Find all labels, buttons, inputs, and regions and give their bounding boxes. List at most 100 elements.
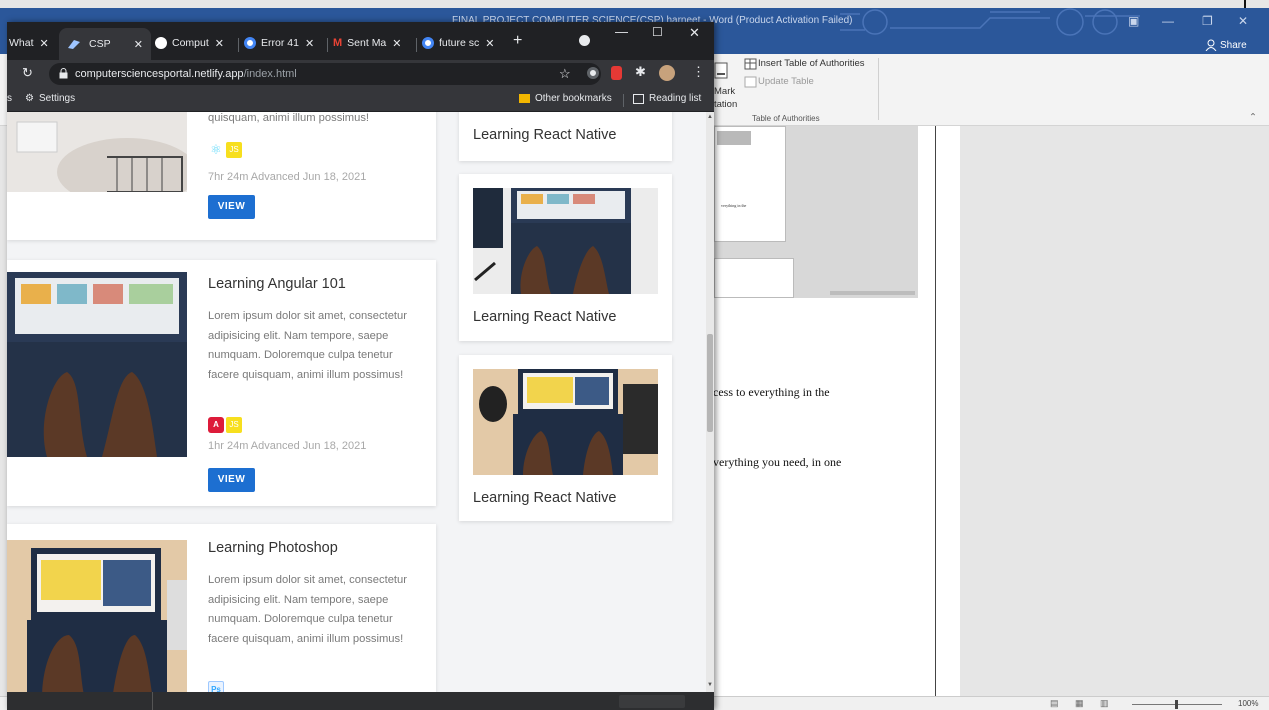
scroll-up-icon[interactable]: ▲ <box>707 114 713 120</box>
share-button[interactable]: Share <box>1205 38 1247 52</box>
google-icon <box>422 37 434 49</box>
ribbon-display-icon[interactable]: ▣ <box>1128 14 1139 28</box>
avatar[interactable] <box>659 65 675 81</box>
restore-icon[interactable]: ❐ <box>1202 14 1213 28</box>
bookmark-other[interactable]: Other bookmarks <box>519 93 612 104</box>
javascript-icon: JS <box>226 142 242 158</box>
tab-label: Sent Ma <box>347 37 387 49</box>
scroll-down-icon[interactable]: ▼ <box>707 682 713 688</box>
close-icon[interactable]: ✕ <box>689 25 700 41</box>
bookmark-label: Reading list <box>649 93 702 104</box>
reload-icon[interactable]: ↻ <box>22 65 33 81</box>
mark-label[interactable]: Mark <box>714 86 735 97</box>
web-layout-icon[interactable]: ▥ <box>1100 698 1109 709</box>
course-meta: 7hr 24m Advanced Jun 18, 2021 <box>208 171 367 183</box>
bookmark-label: Other bookmarks <box>535 93 612 104</box>
page-scrollbar[interactable]: ▲ ▼ <box>706 112 714 692</box>
side-course-title: Learning React Native <box>473 127 617 143</box>
side-course-card[interactable]: Learning React Native <box>459 174 672 341</box>
thumbnail-page[interactable] <box>714 258 794 298</box>
zoom-slider-thumb[interactable] <box>1175 700 1178 709</box>
course-card: quisquam, animi illum possimus! ⚛ JS 7hr… <box>7 112 436 240</box>
csp-icon <box>68 40 80 49</box>
thumbnail-page[interactable]: verything in the <box>714 126 786 242</box>
javascript-icon: JS <box>226 417 242 433</box>
extension-icon[interactable] <box>587 67 599 79</box>
bookmark-truncated[interactable]: s <box>7 93 12 104</box>
scrollbar-thumb[interactable] <box>707 334 713 432</box>
document-line: verything you need, in one <box>713 455 842 469</box>
tab-csp[interactable]: CSP ✕ <box>59 28 151 60</box>
share-label: Share <box>1220 39 1247 51</box>
extension-icon[interactable] <box>611 66 622 80</box>
update-table-button[interactable]: Update Table <box>758 76 814 87</box>
collapse-ribbon-icon[interactable]: ⌃ <box>1249 112 1257 123</box>
tab-label: Comput <box>172 37 209 49</box>
gmail-icon: M <box>333 37 343 49</box>
minimize-icon[interactable]: — <box>1162 14 1174 28</box>
address-bar[interactable]: computersciencesportal.netlify.app/index… <box>49 63 601 85</box>
course-title: Learning Angular 101 <box>208 276 346 292</box>
reading-list-button[interactable]: Reading list <box>633 93 701 104</box>
side-course-title: Learning React Native <box>473 309 617 325</box>
update-table-icon <box>744 76 757 88</box>
tab-gmail[interactable]: M Sent Ma ✕ <box>333 31 413 55</box>
close-tab-icon[interactable]: ✕ <box>40 37 49 50</box>
extensions-puzzle-icon[interactable]: ✱ <box>635 64 646 80</box>
bookmark-star-icon[interactable]: ☆ <box>559 66 571 82</box>
new-tab-button[interactable]: + <box>513 32 522 50</box>
tab-label: CSP <box>89 38 111 50</box>
course-description: quisquam, animi illum possimus! <box>208 112 370 124</box>
view-button[interactable]: VIEW <box>208 195 255 219</box>
insert-toa-button[interactable]: Insert Table of Authorities <box>758 58 865 69</box>
close-tab-icon[interactable]: ✕ <box>392 37 401 50</box>
react-icon: ⚛ <box>210 142 222 157</box>
circuit-pattern-icon <box>840 8 1140 36</box>
mark-citation-icon <box>714 62 728 79</box>
read-mode-icon[interactable]: ▤ <box>1050 698 1059 709</box>
media-control-icon[interactable] <box>579 35 590 46</box>
document-margin <box>936 126 960 696</box>
folder-icon <box>519 94 530 103</box>
url-host: computersciencesportal.netlify.app <box>75 68 244 80</box>
tab-strip: What ✕ CSP ✕ Comput ✕ Error 41 ✕ M Sent Ma ✕ … <box>7 22 714 60</box>
side-course-card[interactable]: Learning React Native <box>459 355 672 521</box>
print-layout-icon[interactable]: ▦ <box>1075 698 1084 709</box>
person-icon <box>1205 39 1217 51</box>
tab-future[interactable]: future sc ✕ <box>422 31 504 55</box>
side-course-card[interactable]: Learning React Native <box>459 112 672 161</box>
tab-label: future sc <box>439 37 480 49</box>
course-image <box>473 188 658 294</box>
course-meta: 1hr 24m Advanced Jun 18, 2021 <box>208 440 367 452</box>
bookmark-settings[interactable]: ⚙ Settings <box>25 93 75 104</box>
course-image <box>7 272 187 457</box>
tab-github[interactable]: Comput ✕ <box>155 31 237 55</box>
close-tab-icon[interactable]: ✕ <box>134 38 143 51</box>
course-description: Lorem ipsum dolor sit amet, consectetur … <box>208 310 407 381</box>
menu-kebab-icon[interactable]: ⋮ <box>692 64 705 80</box>
gear-icon: ⚙ <box>25 93 34 104</box>
close-tab-icon[interactable]: ✕ <box>215 37 224 50</box>
bookmark-label: Settings <box>38 93 76 104</box>
page-viewport[interactable]: quisquam, animi illum possimus! ⚛ JS 7hr… <box>7 112 706 692</box>
minimize-icon[interactable]: — <box>615 24 628 39</box>
google-icon <box>244 37 256 49</box>
tab-error[interactable]: Error 41 ✕ <box>244 31 324 55</box>
course-image <box>7 112 187 192</box>
tab-label: Error 41 <box>261 37 299 49</box>
close-tab-icon[interactable]: ✕ <box>305 37 314 50</box>
ribbon-divider <box>878 58 879 120</box>
document-line: cess to everything in the <box>713 385 830 399</box>
view-button[interactable]: VIEW <box>208 468 255 492</box>
citation-label[interactable]: tation <box>714 99 737 110</box>
maximize-icon[interactable]: ☐ <box>652 25 663 39</box>
tab-label: What <box>9 37 34 49</box>
close-tab-icon[interactable]: ✕ <box>485 37 494 50</box>
close-icon[interactable]: ✕ <box>1238 14 1248 28</box>
tab-whatsapp[interactable]: What ✕ <box>9 31 57 55</box>
course-description: Lorem ipsum dolor sit amet, consectetur … <box>208 574 407 645</box>
show-all-button[interactable] <box>619 695 685 708</box>
course-title: Learning Photoshop <box>208 540 338 556</box>
text-cursor <box>1244 0 1246 8</box>
zoom-level[interactable]: 100% <box>1238 699 1258 708</box>
